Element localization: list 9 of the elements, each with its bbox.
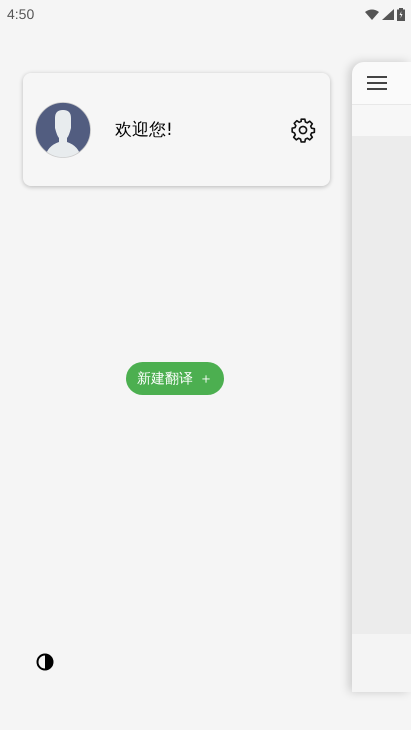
- settings-button[interactable]: [290, 116, 316, 142]
- welcome-text: 欢迎您!: [115, 119, 174, 141]
- new-translation-button[interactable]: 新建翻译 ＋: [126, 362, 224, 395]
- menu-icon[interactable]: [367, 75, 387, 91]
- wifi-icon: [365, 8, 379, 20]
- signal-icon: [382, 8, 394, 20]
- contrast-icon[interactable]: [36, 653, 54, 671]
- status-time: 4:50: [7, 6, 34, 22]
- battery-icon: [397, 8, 405, 20]
